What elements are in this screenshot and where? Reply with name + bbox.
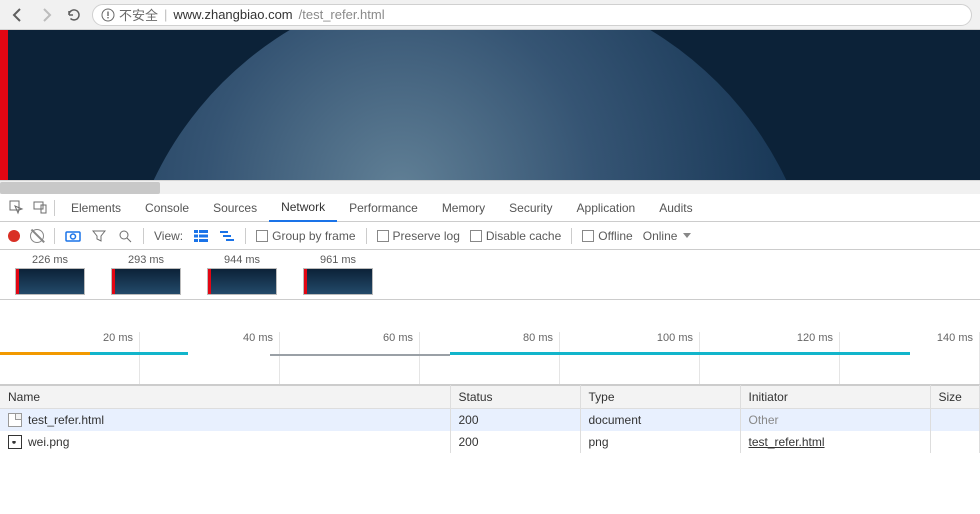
tab-memory[interactable]: Memory (430, 194, 497, 222)
request-size (930, 431, 980, 453)
record-button[interactable] (8, 230, 20, 242)
request-size (930, 409, 980, 432)
timeline-bar (270, 354, 450, 356)
filmstrip-frame[interactable]: 293 ms (106, 254, 186, 295)
devtools-tabbar: ElementsConsoleSourcesNetworkPerformance… (0, 194, 980, 222)
chevron-down-icon (683, 233, 691, 238)
earth-image (120, 30, 820, 180)
timeline-tick: 140 ms (840, 332, 980, 384)
page-horizontal-scrollbar[interactable] (0, 180, 980, 194)
file-icon (8, 435, 22, 449)
timeline-tick: 60 ms (280, 332, 420, 384)
preserve-log-checkbox[interactable]: Preserve log (377, 229, 460, 243)
divider (54, 228, 55, 244)
frame-thumb (303, 268, 373, 295)
col-size[interactable]: Size (930, 386, 980, 409)
col-name[interactable]: Name (0, 386, 450, 409)
requests-table: Name Status Type Initiator Size test_ref… (0, 385, 980, 453)
divider (366, 228, 367, 244)
frame-time: 944 ms (224, 254, 260, 266)
inspect-icon[interactable] (6, 198, 26, 218)
timeline-bar (450, 352, 910, 355)
divider (571, 228, 572, 244)
offline-checkbox[interactable]: Offline (582, 229, 632, 243)
request-status: 200 (450, 431, 580, 453)
filmstrip-frame[interactable]: 961 ms (298, 254, 378, 295)
url-host: www.zhangbiao.com (173, 7, 292, 22)
reload-button[interactable] (64, 5, 84, 25)
back-button[interactable] (8, 5, 28, 25)
request-status: 200 (450, 409, 580, 432)
address-bar[interactable]: 不安全 | www.zhangbiao.com/test_refer.html (92, 4, 972, 26)
throttling-select[interactable]: Online (643, 229, 692, 243)
timeline-tick: 100 ms (560, 332, 700, 384)
url-path: /test_refer.html (299, 7, 385, 22)
capture-screenshots-icon[interactable] (65, 229, 81, 243)
tab-network[interactable]: Network (269, 194, 337, 222)
timeline-tick: 120 ms (700, 332, 840, 384)
request-initiator: Other (749, 413, 779, 427)
request-initiator[interactable]: test_refer.html (749, 435, 825, 449)
filmstrip: 226 ms 293 ms 944 ms 961 ms (0, 250, 980, 300)
frame-time: 293 ms (128, 254, 164, 266)
waterfall-icon[interactable] (219, 228, 235, 244)
scrollbar-thumb[interactable] (0, 182, 160, 194)
view-label: View: (154, 229, 183, 243)
device-toggle-icon[interactable] (30, 198, 50, 218)
group-by-frame-checkbox[interactable]: Group by frame (256, 229, 355, 243)
tab-security[interactable]: Security (497, 194, 564, 222)
timeline-bar (90, 352, 188, 355)
filmstrip-frame[interactable]: 944 ms (202, 254, 282, 295)
col-type[interactable]: Type (580, 386, 740, 409)
frame-thumb (207, 268, 277, 295)
col-status[interactable]: Status (450, 386, 580, 409)
tab-application[interactable]: Application (565, 194, 648, 222)
request-name: wei.png (28, 435, 69, 449)
search-icon[interactable] (117, 228, 133, 244)
filmstrip-frame[interactable]: 226 ms (10, 254, 90, 295)
request-name: test_refer.html (28, 413, 104, 427)
timeline-overview[interactable]: 20 ms40 ms60 ms80 ms100 ms120 ms140 ms (0, 330, 980, 385)
divider (143, 228, 144, 244)
tab-audits[interactable]: Audits (647, 194, 704, 222)
disable-cache-checkbox[interactable]: Disable cache (470, 229, 561, 243)
table-row[interactable]: wei.png 200png test_refer.html (0, 431, 980, 453)
request-type: png (580, 431, 740, 453)
insecure-label: 不安全 (119, 5, 158, 24)
file-icon (8, 413, 22, 427)
url-separator: | (164, 7, 167, 22)
divider (54, 200, 55, 216)
col-initiator[interactable]: Initiator (740, 386, 930, 409)
filter-icon[interactable] (91, 228, 107, 244)
page-content (0, 30, 980, 180)
tab-console[interactable]: Console (133, 194, 201, 222)
network-toolbar: View: Group by frame Preserve log Disabl… (0, 222, 980, 250)
timeline-tick: 80 ms (420, 332, 560, 384)
large-rows-icon[interactable] (193, 228, 209, 244)
tab-elements[interactable]: Elements (59, 194, 133, 222)
frame-thumb (15, 268, 85, 295)
divider (245, 228, 246, 244)
forward-button[interactable] (36, 5, 56, 25)
timeline-tick: 20 ms (0, 332, 140, 384)
frame-thumb (111, 268, 181, 295)
table-row[interactable]: test_refer.html 200document Other (0, 409, 980, 432)
timeline-bar (0, 352, 90, 355)
tab-sources[interactable]: Sources (201, 194, 269, 222)
tab-performance[interactable]: Performance (337, 194, 430, 222)
security-indicator: 不安全 (101, 5, 158, 24)
request-type: document (580, 409, 740, 432)
frame-time: 226 ms (32, 254, 68, 266)
frame-time: 961 ms (320, 254, 356, 266)
browser-toolbar: 不安全 | www.zhangbiao.com/test_refer.html (0, 0, 980, 30)
timeline-tick: 40 ms (140, 332, 280, 384)
clear-button[interactable] (30, 229, 44, 243)
